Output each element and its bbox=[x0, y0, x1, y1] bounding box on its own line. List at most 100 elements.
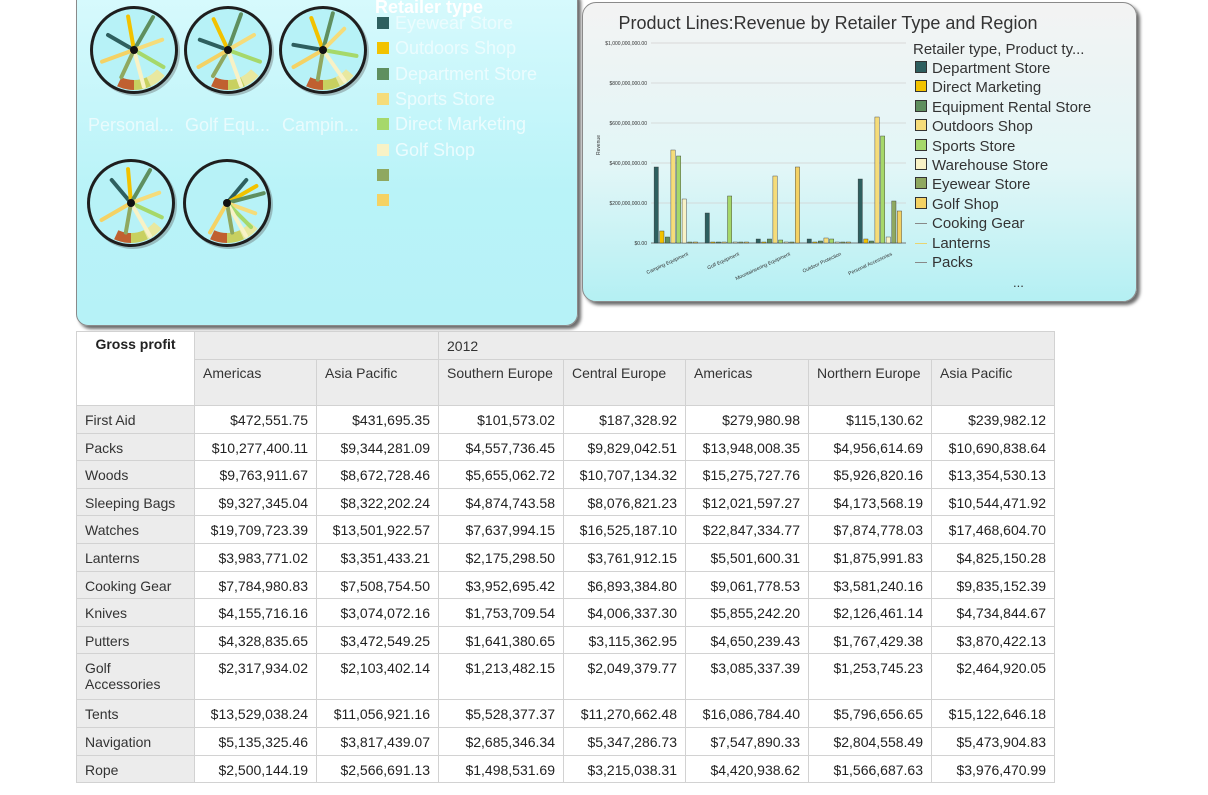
legend-label: Department Store bbox=[932, 60, 1051, 77]
row-header: Navigation bbox=[76, 726, 195, 756]
table-cell: $3,351,433.21 bbox=[316, 542, 439, 572]
table-cell: $431,695.35 bbox=[316, 405, 439, 434]
gauge-legend-item: Direct Marketing bbox=[377, 114, 526, 136]
legend-swatch bbox=[915, 177, 927, 190]
legend-swatch bbox=[377, 143, 389, 156]
gauge-hub bbox=[127, 199, 135, 207]
row-header: Golf Accessories bbox=[76, 653, 195, 701]
table-cell: $10,690,838.64 bbox=[931, 432, 1055, 462]
bar bbox=[863, 238, 869, 244]
bar bbox=[783, 241, 789, 244]
table-cell: $1,566,687.63 bbox=[808, 754, 932, 784]
table-cell: $13,529,038.24 bbox=[194, 699, 317, 728]
table-cell: $3,215,038.31 bbox=[563, 754, 686, 784]
table-cell: $2,464,920.05 bbox=[931, 653, 1055, 701]
x-tick-label: Golf Equipment bbox=[707, 251, 741, 271]
bar bbox=[687, 241, 693, 244]
legend-swatch bbox=[377, 67, 389, 80]
gauge-legend-label: Sports Store bbox=[395, 88, 496, 109]
gauge-hub bbox=[224, 46, 232, 54]
bar bbox=[772, 175, 778, 244]
table-row: Golf Accessories $2,317,934.02 $2,103,402.… bbox=[76, 653, 1055, 701]
legend-item: Sports Store bbox=[915, 138, 1015, 157]
x-tick-label: Mountaineering Equipment bbox=[735, 251, 792, 282]
x-tick-label: Camping Equipment bbox=[646, 251, 690, 276]
table-cell: $10,707,134.32 bbox=[563, 460, 686, 489]
y-tick-label: $0.00 bbox=[634, 241, 647, 247]
legend-item: Golf Shop bbox=[915, 196, 999, 215]
legend-swatch bbox=[915, 223, 927, 225]
table-cell: $3,952,695.42 bbox=[438, 570, 564, 600]
table-cell: $4,006,337.30 bbox=[563, 598, 686, 627]
legend-item: Outdoors Shop bbox=[915, 118, 1033, 137]
table-cell: $3,581,240.16 bbox=[808, 570, 932, 600]
bar bbox=[880, 135, 886, 244]
table-cell: $115,130.62 bbox=[808, 405, 932, 434]
table-cell: $7,508,754.50 bbox=[316, 570, 439, 600]
table-cell: $7,784,980.83 bbox=[194, 570, 317, 600]
gauge-legend-item: Outdoors Shop bbox=[377, 38, 516, 60]
table-cell: $9,061,778.53 bbox=[685, 570, 809, 600]
gauge-label: Golf Equ... bbox=[185, 115, 271, 135]
table-cell: $4,420,938.62 bbox=[685, 754, 809, 784]
gauge-legend-item: Eyewear Store bbox=[377, 13, 513, 35]
table-cell: $7,637,994.15 bbox=[438, 515, 564, 544]
table-cell: $3,074,072.16 bbox=[316, 598, 439, 627]
bar bbox=[789, 241, 795, 244]
legend-label: Direct Marketing bbox=[932, 79, 1042, 97]
table-cell: $22,847,334.77 bbox=[685, 515, 809, 544]
row-header: First Aid bbox=[76, 405, 195, 434]
region-header: Americas bbox=[685, 359, 809, 406]
row-header: Putters bbox=[76, 625, 195, 655]
table-cell: $17,468,604.70 bbox=[931, 515, 1055, 544]
table-cell: $5,796,656.65 bbox=[808, 699, 932, 728]
bar bbox=[693, 241, 698, 244]
legend-more-indicator[interactable]: ... bbox=[1013, 275, 1024, 290]
bar bbox=[778, 239, 784, 244]
table-cell: $5,501,600.31 bbox=[685, 542, 809, 572]
table-cell: $4,650,239.43 bbox=[685, 625, 809, 655]
legend-item: Eyewear Store bbox=[915, 176, 1030, 195]
gauge-legend-item bbox=[377, 190, 395, 212]
legend-item: Packs bbox=[915, 254, 973, 273]
table-cell: $9,344,281.09 bbox=[316, 432, 439, 462]
row-header: Woods bbox=[76, 460, 195, 489]
table-row: Packs $10,277,400.11 $9,344,281.09 $4,557,7… bbox=[76, 432, 1055, 462]
gauge-legend-label: Golf Shop bbox=[395, 139, 476, 160]
table-cell: $101,573.02 bbox=[438, 405, 564, 434]
table-row: Cooking Gear $7,784,980.83 $7,508,754.50 $3… bbox=[76, 570, 1055, 600]
table-row: Woods $9,763,911.67 $8,672,728.46 $5,655,06… bbox=[76, 460, 1055, 489]
table-cell: $1,253,745.23 bbox=[808, 653, 932, 701]
legend-swatch bbox=[915, 99, 927, 112]
gauge-legend-item: Sports Store bbox=[377, 89, 495, 111]
row-header: Watches bbox=[76, 515, 195, 544]
gross-profit-crosstab: Gross profit 2012 Americas Asia Pacific So… bbox=[76, 331, 1055, 784]
bar bbox=[840, 241, 846, 244]
legend-item: Lanterns bbox=[915, 235, 990, 254]
legend-item: Equipment Rental Store bbox=[915, 99, 1091, 118]
table-cell: $1,213,482.15 bbox=[438, 653, 564, 701]
gauge-hub bbox=[319, 46, 327, 54]
table-cell: $8,076,821.23 bbox=[563, 487, 686, 517]
bar bbox=[755, 238, 761, 244]
table-cell: $4,328,835.65 bbox=[194, 625, 317, 655]
bar bbox=[761, 241, 767, 244]
table-cell: $2,126,461.14 bbox=[808, 598, 932, 627]
table-cell: $9,763,911.67 bbox=[194, 460, 317, 489]
table-cell: $16,525,187.10 bbox=[563, 515, 686, 544]
legend-label: Sports Store bbox=[932, 137, 1016, 155]
table-cell: $3,085,337.39 bbox=[685, 653, 809, 701]
region-header: Northern Europe bbox=[808, 359, 932, 406]
table-cell: $7,874,778.03 bbox=[808, 515, 932, 544]
table-cell: $4,956,614.69 bbox=[808, 432, 932, 462]
table-cell: $3,870,422.13 bbox=[931, 625, 1055, 655]
table-cell: $4,874,743.58 bbox=[438, 487, 564, 517]
table-cell: $1,767,429.38 bbox=[808, 625, 932, 655]
y-tick-label: $200,000,000.00 bbox=[609, 201, 647, 207]
table-cell: $2,103,402.14 bbox=[316, 653, 439, 701]
table-cell: $5,347,286.73 bbox=[563, 726, 686, 756]
table-cell: $2,175,298.50 bbox=[438, 542, 564, 572]
table-cell: $4,557,736.45 bbox=[438, 432, 564, 462]
bar bbox=[795, 166, 800, 244]
bar bbox=[676, 155, 682, 244]
